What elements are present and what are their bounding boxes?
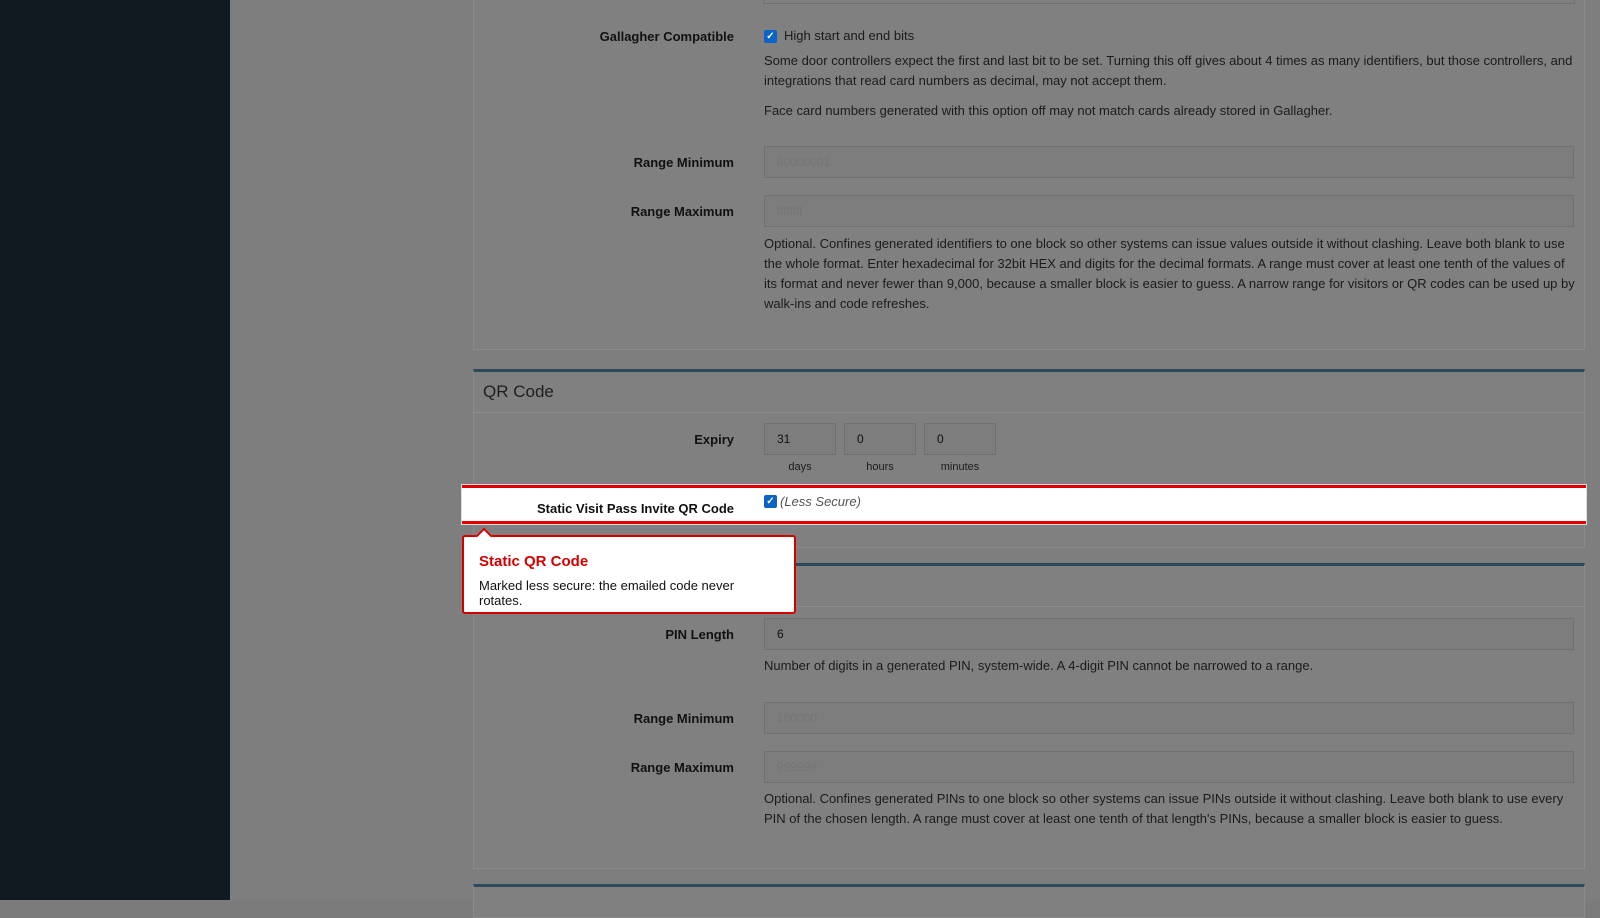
- gallagher-compatible-label: Gallagher Compatible: [599, 29, 734, 44]
- hours-unit-label: hours: [866, 461, 894, 473]
- pin-range-maximum-label: Range Maximum: [630, 760, 734, 775]
- next-panel: [473, 884, 1585, 918]
- card-range-help-text: Optional. Confines generated identifiers…: [764, 236, 1575, 311]
- qr-panel-title: QR Code: [483, 382, 554, 401]
- gallagher-checkbox-label: High start and end bits: [784, 28, 915, 43]
- less-secure-note: (Less Secure): [780, 494, 861, 509]
- input-bottom-edge: [763, 0, 1575, 4]
- pin-length-label: PIN Length: [665, 627, 734, 642]
- static-qr-label: Static Visit Pass Invite QR Code: [537, 501, 734, 516]
- qr-panel-header: QR Code: [474, 372, 1584, 413]
- static-qr-tooltip: Static QR Code Marked less secure: the e…: [462, 527, 796, 614]
- pin-range-maximum-input[interactable]: [764, 751, 1574, 783]
- gallagher-warning-text: Face card numbers generated with this op…: [764, 103, 1333, 118]
- static-qr-checkbox[interactable]: ✓: [764, 495, 777, 508]
- expiry-hours-input[interactable]: [844, 423, 916, 455]
- sidebar: [0, 0, 230, 900]
- pin-length-help-text: Number of digits in a generated PIN, sys…: [764, 658, 1314, 673]
- pin-length-input[interactable]: [764, 618, 1574, 650]
- days-unit-label: days: [788, 461, 812, 473]
- tooltip-body: Marked less secure: the emailed code nev…: [479, 578, 735, 608]
- card-range-maximum-label: Range Maximum: [630, 204, 734, 219]
- expiry-label: Expiry: [694, 432, 734, 447]
- pin-range-help-text: Optional. Confines generated PINs to one…: [764, 791, 1564, 826]
- expiry-minutes-input[interactable]: [924, 423, 996, 455]
- gallagher-checkbox[interactable]: ✓: [764, 30, 777, 43]
- expiry-days-input[interactable]: [764, 423, 836, 455]
- minutes-unit-label: minutes: [940, 461, 980, 473]
- card-range-maximum-input[interactable]: [764, 195, 1574, 227]
- tooltip-title: Static QR Code: [479, 553, 589, 570]
- card-range-minimum-input[interactable]: [764, 146, 1574, 178]
- card-range-minimum-label: Range Minimum: [633, 155, 734, 170]
- pin-range-minimum-label: Range Minimum: [633, 711, 734, 726]
- gallagher-help-text: Some door controllers expect the first a…: [764, 53, 1573, 88]
- pin-range-minimum-input[interactable]: [764, 702, 1574, 734]
